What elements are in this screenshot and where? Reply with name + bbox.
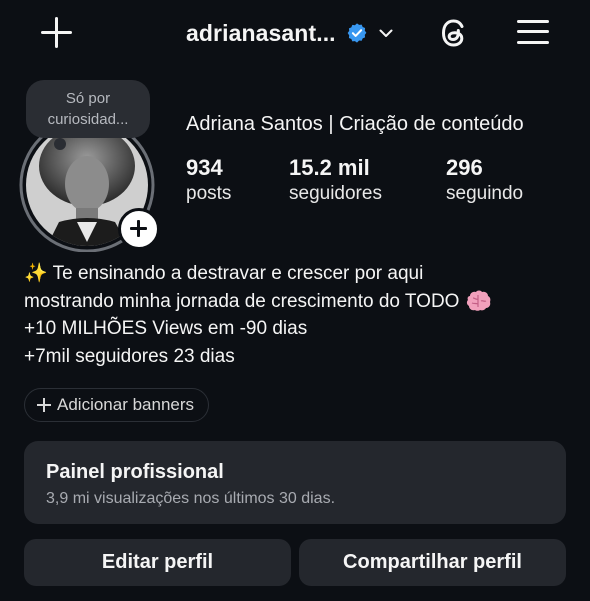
stat-label: seguidores <box>289 183 382 204</box>
stat-label: seguindo <box>446 183 524 204</box>
verified-badge-icon <box>347 23 367 43</box>
note-text-line1: Só por <box>65 90 111 107</box>
note-bubble[interactable]: Só por curiosidad... <box>26 80 150 138</box>
share-profile-button[interactable]: Compartilhar perfil <box>299 539 566 586</box>
dashboard-title: Painel profissional <box>46 461 224 483</box>
bio-line-text: mostrando minha jornada de crescimento d… <box>24 290 460 312</box>
add-banners-label: Adicionar banners <box>57 395 195 414</box>
hamburger-menu-icon[interactable] <box>516 18 550 46</box>
share-profile-label: Compartilhar perfil <box>343 551 522 573</box>
edit-profile-label: Editar perfil <box>101 551 214 573</box>
edit-profile-button[interactable]: Editar perfil <box>24 539 291 586</box>
stat-posts[interactable]: 934 posts <box>186 155 231 205</box>
dashboard-subtitle: 3,9 mi visualizações nos últimos 30 dias… <box>46 490 336 507</box>
plus-icon <box>37 398 51 412</box>
bio: ✨ Te ensinando a destravar e crescer por… <box>24 260 491 370</box>
bio-line: ✨ Te ensinando a destravar e crescer por… <box>24 263 424 284</box>
brain-emoji-icon <box>466 290 491 312</box>
username: adrianasant... <box>186 19 336 46</box>
stat-followers[interactable]: 15.2 mil seguidores <box>289 155 382 205</box>
note-bubble-tail <box>54 138 66 150</box>
bio-line: mostrando minha jornada de crescimento d… <box>24 288 491 316</box>
display-name: Adriana Santos | Criação de conteúdo <box>186 113 524 135</box>
stat-value: 934 <box>186 155 223 180</box>
account-switcher[interactable]: adrianasant... <box>186 16 394 50</box>
add-banners-button[interactable]: Adicionar banners <box>24 388 210 422</box>
stat-following[interactable]: 296 seguindo <box>446 155 523 205</box>
note-text-line2: curiosidad... <box>47 111 129 128</box>
add-story-button[interactable] <box>118 208 160 250</box>
bio-line: +7mil seguidores 23 dias <box>24 345 235 367</box>
stat-value: 15.2 mil <box>289 155 370 180</box>
professional-dashboard[interactable]: Painel profissional 3,9 mi visualizações… <box>24 441 566 524</box>
stat-value: 296 <box>446 155 483 180</box>
chevron-down-icon <box>379 29 393 37</box>
threads-icon[interactable] <box>434 13 474 53</box>
bio-line: +10 MILHÕES Views em -90 dias <box>24 318 308 339</box>
create-plus-icon[interactable] <box>40 16 74 50</box>
stat-label: posts <box>186 183 232 204</box>
